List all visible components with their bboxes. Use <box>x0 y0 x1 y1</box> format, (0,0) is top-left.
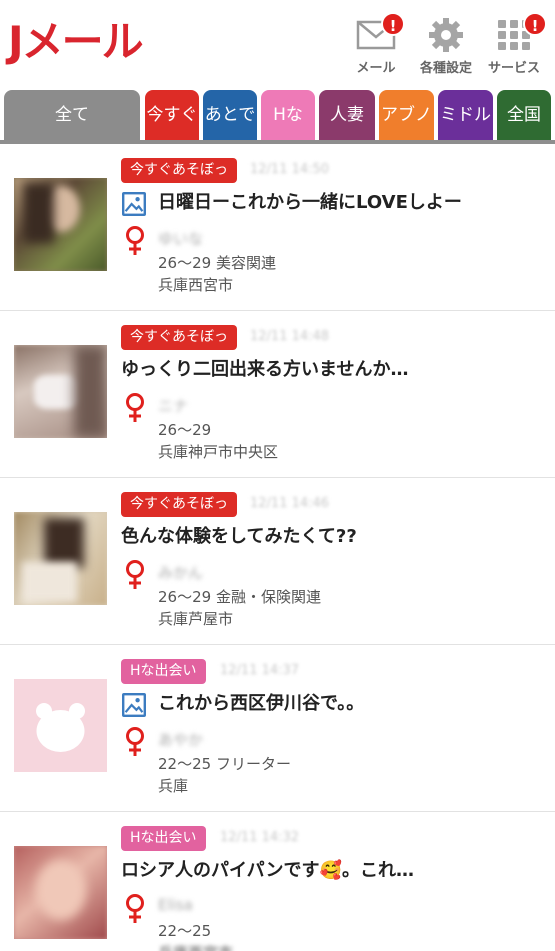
post-title: 色んな体験をしてみたくて?? <box>121 526 357 547</box>
tab-all[interactable]: 全て <box>4 90 140 140</box>
image-attached-icon <box>122 192 146 216</box>
tab-nationwide[interactable]: 全国 <box>497 90 551 140</box>
category-badge: 今すぐあそぼっ <box>121 325 237 350</box>
service-label: サービス <box>487 61 540 76</box>
category-badge: Hな出会い <box>121 659 206 684</box>
tab-middle[interactable]: ミドル <box>438 90 493 140</box>
app-header: Jメール ! メール 各種設定 ! サービス <box>0 0 555 88</box>
service-button[interactable]: ! サービス <box>479 12 549 76</box>
post-title: 日曜日ーこれから一緒にLOVEしよー <box>158 192 462 213</box>
age-job: 26～29 <box>158 421 212 439</box>
post-title: ロシア人のパイパンです🥰。これ… <box>121 860 414 881</box>
mail-label: メール <box>356 61 396 76</box>
post-item[interactable]: Hな出会い 12/11 14:32 ロシア人のパイパンです🥰。これ… Elisa… <box>0 812 555 951</box>
female-icon <box>126 393 144 422</box>
default-avatar-icon <box>36 703 85 752</box>
tab-wife[interactable]: 人妻 <box>319 90 375 140</box>
age-job: 26～29 美容関連 <box>158 254 276 272</box>
tab-later[interactable]: あとで <box>203 90 257 140</box>
settings-button[interactable]: 各種設定 <box>411 14 481 76</box>
tab-label: ミドル <box>440 105 491 125</box>
post-time: 12/11 14:32 <box>220 830 300 845</box>
user-thumbnail <box>14 178 107 271</box>
settings-label: 各種設定 <box>419 61 472 76</box>
category-badge: 今すぐあそぼっ <box>121 158 237 183</box>
category-badge: 今すぐあそぼっ <box>121 492 237 517</box>
tab-label: 全て <box>55 105 89 125</box>
tab-label: Hな <box>273 105 303 125</box>
female-icon <box>126 894 144 923</box>
category-badge: Hな出会い <box>121 826 206 851</box>
user-name: みかん <box>158 564 204 582</box>
area: 兵庫西宮市 <box>158 276 234 294</box>
image-attached-icon <box>122 693 146 717</box>
post-list: 今すぐあそぼっ 12/11 14:50 日曜日ーこれから一緒にLOVEしよー ゆ… <box>0 144 555 951</box>
user-name: ゆいな <box>158 230 204 248</box>
tab-h[interactable]: Hな <box>261 90 315 140</box>
age-job: 22～25 フリーター <box>158 755 291 773</box>
post-time: 12/11 14:50 <box>250 162 330 177</box>
area: 兵庫芦屋市 <box>158 610 234 628</box>
category-tabs: 全て 今すぐ あとで Hな 人妻 アブノ ミドル 全国 <box>0 90 555 144</box>
tab-label: 人妻 <box>330 105 364 125</box>
logo-text: Jメール <box>8 17 144 66</box>
jmail-logo[interactable]: Jメール <box>8 17 144 66</box>
post-time: 12/11 14:46 <box>250 496 330 511</box>
gear-icon <box>429 18 463 52</box>
post-time: 12/11 14:48 <box>250 329 330 344</box>
tab-abno[interactable]: アブノ <box>379 90 434 140</box>
post-item[interactable]: 今すぐあそぼっ 12/11 14:46 色んな体験をしてみたくて?? みかん 2… <box>0 478 555 645</box>
user-thumbnail <box>14 512 107 605</box>
age-job: 22～25 <box>158 922 212 940</box>
post-title: ゆっくり二回出来る方いませんか… <box>121 359 409 380</box>
female-icon <box>126 727 144 756</box>
mail-button[interactable]: ! メール <box>341 12 411 76</box>
mail-badge: ! <box>381 12 405 36</box>
tab-label: あとで <box>204 105 256 125</box>
user-thumbnail <box>14 846 107 939</box>
service-badge: ! <box>523 12 547 36</box>
user-name: あやか <box>158 731 204 749</box>
age-job: 26～29 金融・保険関連 <box>158 588 321 606</box>
user-name: ニナ <box>158 397 189 415</box>
tab-now[interactable]: 今すぐ <box>145 90 199 140</box>
user-name: Elisa <box>158 896 193 914</box>
user-thumbnail <box>14 679 107 772</box>
area: 兵庫 <box>158 777 189 795</box>
tab-label: 今すぐ <box>146 105 198 125</box>
female-icon <box>126 560 144 589</box>
area: 兵庫神戸市中央区 <box>158 443 279 461</box>
female-icon <box>126 226 144 255</box>
tab-label: アブノ <box>381 105 432 125</box>
post-item[interactable]: 今すぐあそぼっ 12/11 14:50 日曜日ーこれから一緒にLOVEしよー ゆ… <box>0 144 555 311</box>
post-item[interactable]: 今すぐあそぼっ 12/11 14:48 ゆっくり二回出来る方いませんか… ニナ … <box>0 311 555 478</box>
tab-label: 全国 <box>507 105 541 125</box>
area: 兵庫西宮市 <box>158 942 233 951</box>
post-time: 12/11 14:37 <box>220 663 300 678</box>
post-title: これから西区伊川谷で。。 <box>158 693 365 714</box>
post-item[interactable]: Hな出会い 12/11 14:37 これから西区伊川谷で。。 あやか 22～25… <box>0 645 555 812</box>
user-thumbnail <box>14 345 107 438</box>
